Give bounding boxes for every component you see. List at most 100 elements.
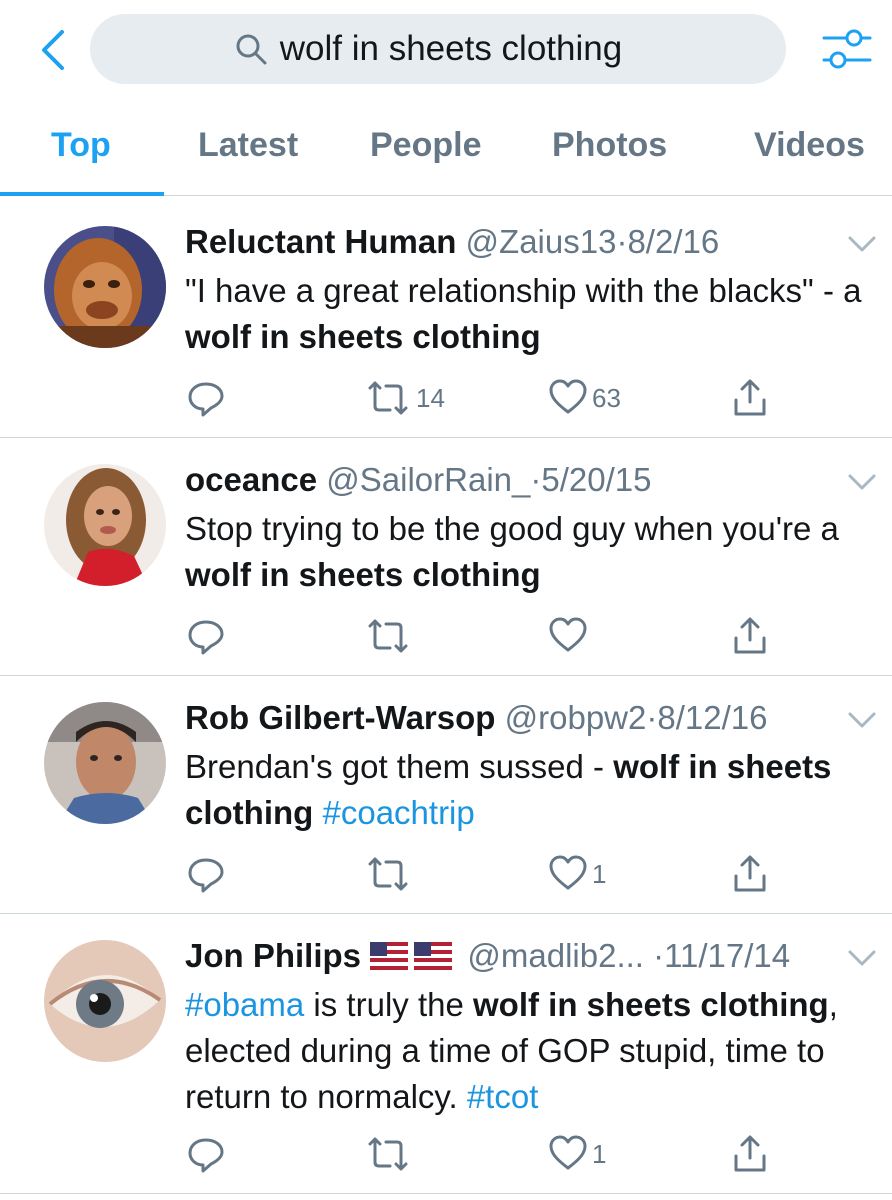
avatar[interactable]	[44, 702, 166, 824]
reply-button[interactable]	[186, 1132, 230, 1176]
retweet-button[interactable]: 14	[364, 376, 445, 420]
author-name[interactable]: Reluctant Human	[185, 223, 456, 260]
tab-people[interactable]: People	[370, 126, 481, 165]
tweet[interactable]: Jon Philips @madlib2... ·11/17/14 #obama…	[0, 914, 892, 1194]
search-filter-button[interactable]	[820, 24, 874, 74]
search-match-highlight: wolf in sheets clothing	[473, 986, 829, 1023]
reply-icon	[186, 378, 226, 418]
like-count: 1	[592, 1138, 607, 1169]
retweet-icon	[364, 1134, 412, 1174]
author-name[interactable]: Jon Philips	[185, 937, 361, 974]
tweet-actions: 1	[0, 1132, 892, 1176]
us-flag-icon	[370, 942, 408, 970]
tweet-text: Stop trying to be the good guy when you'…	[185, 506, 865, 598]
avatar[interactable]	[44, 940, 166, 1062]
share-icon	[730, 1134, 770, 1174]
retweet-button[interactable]	[364, 1132, 416, 1176]
like-count: 1	[592, 858, 607, 889]
reply-icon	[186, 1134, 226, 1174]
tweet-text: "I have a great relationship with the bl…	[185, 268, 865, 360]
tab-top[interactable]: Top	[51, 126, 111, 165]
separator-dot: ·	[530, 461, 542, 498]
hashtag-link[interactable]: #obama	[185, 986, 304, 1023]
tweet-actions: 14 63	[0, 376, 892, 420]
search-input[interactable]: wolf in sheets clothing	[90, 14, 786, 84]
like-count: 63	[592, 382, 621, 413]
retweet-count: 14	[416, 382, 445, 413]
reply-button[interactable]	[186, 376, 230, 420]
us-flag-icon	[414, 942, 452, 970]
heart-icon	[548, 616, 588, 656]
heart-icon	[548, 1134, 588, 1174]
share-icon	[730, 616, 770, 656]
search-match-highlight: wolf in sheets clothing	[185, 318, 541, 355]
chevron-down-icon[interactable]	[846, 470, 878, 494]
share-button[interactable]	[730, 614, 770, 658]
share-button[interactable]	[730, 1132, 770, 1176]
active-tab-indicator	[0, 192, 164, 196]
author-handle[interactable]: @SailorRain_	[326, 461, 530, 498]
author-name[interactable]: Rob Gilbert-Warsop	[185, 699, 495, 736]
author-handle[interactable]: @Zaius13	[466, 223, 617, 260]
reply-icon	[186, 854, 226, 894]
share-button[interactable]	[730, 376, 770, 420]
like-button[interactable]: 1	[548, 1132, 606, 1176]
retweet-icon	[364, 616, 412, 656]
tweet-text-plain: Brendan's got them sussed -	[185, 748, 614, 785]
search-header: wolf in sheets clothing	[0, 0, 892, 100]
share-icon	[730, 378, 770, 418]
chevron-down-icon[interactable]	[846, 232, 878, 256]
tweet-actions: 1	[0, 852, 892, 896]
avatar-image	[44, 940, 166, 1062]
chevron-down-icon[interactable]	[846, 708, 878, 732]
avatar[interactable]	[44, 464, 166, 586]
hashtag-link[interactable]: #coachtrip	[322, 794, 474, 831]
sliders-icon	[822, 29, 872, 69]
retweet-button[interactable]	[364, 614, 416, 658]
avatar-image	[44, 702, 166, 824]
search-tabs: Top Latest People Photos Videos	[0, 104, 892, 196]
tweet-date[interactable]: 5/20/15	[541, 461, 651, 498]
author-name[interactable]: oceance	[185, 461, 317, 498]
retweet-button[interactable]	[364, 852, 416, 896]
tweet-date[interactable]: 8/2/16	[627, 223, 719, 260]
tweet-header: Rob Gilbert-Warsop @robpw2·8/12/16	[185, 698, 767, 738]
avatar[interactable]	[44, 226, 166, 348]
search-icon	[236, 34, 267, 65]
avatar-image	[44, 226, 166, 348]
reply-button[interactable]	[186, 614, 230, 658]
tweet[interactable]: oceance @SailorRain_·5/20/15 Stop trying…	[0, 438, 892, 676]
share-icon	[730, 854, 770, 894]
separator-dot: ·	[653, 937, 665, 974]
reply-button[interactable]	[186, 852, 230, 896]
tab-photos[interactable]: Photos	[552, 126, 667, 165]
tweet-header: oceance @SailorRain_·5/20/15	[185, 460, 651, 500]
search-query: wolf in sheets clothing	[279, 29, 623, 68]
tab-videos[interactable]: Videos	[754, 126, 865, 165]
tweet-date[interactable]: 8/12/16	[657, 699, 767, 736]
tweet-header: Reluctant Human @Zaius13·8/2/16	[185, 222, 719, 262]
chevron-down-icon[interactable]	[846, 946, 878, 970]
search-match-highlight: wolf in sheets clothing	[185, 556, 541, 593]
like-button[interactable]: 1	[548, 852, 606, 896]
tweet[interactable]: Rob Gilbert-Warsop @robpw2·8/12/16 Brend…	[0, 676, 892, 914]
back-button[interactable]	[34, 28, 74, 72]
like-button[interactable]: 63	[548, 376, 621, 420]
tweet-header: Jon Philips @madlib2... ·11/17/14	[185, 936, 790, 976]
chevron-left-icon	[42, 30, 64, 70]
avatar-image	[44, 464, 166, 586]
share-button[interactable]	[730, 852, 770, 896]
tweet-date[interactable]: 11/17/14	[664, 937, 790, 974]
tweet-text: Brendan's got them sussed - wolf in shee…	[185, 744, 865, 836]
like-button[interactable]	[548, 614, 592, 658]
separator-dot: ·	[616, 223, 628, 260]
reply-icon	[186, 616, 226, 656]
hashtag-link[interactable]: #tcot	[467, 1078, 539, 1115]
heart-icon	[548, 854, 588, 894]
separator-dot: ·	[646, 699, 658, 736]
author-handle[interactable]: @robpw2	[505, 699, 647, 736]
heart-icon	[548, 378, 588, 418]
author-handle[interactable]: @madlib2...	[467, 937, 644, 974]
tab-latest[interactable]: Latest	[198, 126, 298, 165]
tweet[interactable]: Reluctant Human @Zaius13·8/2/16 "I have …	[0, 200, 892, 438]
